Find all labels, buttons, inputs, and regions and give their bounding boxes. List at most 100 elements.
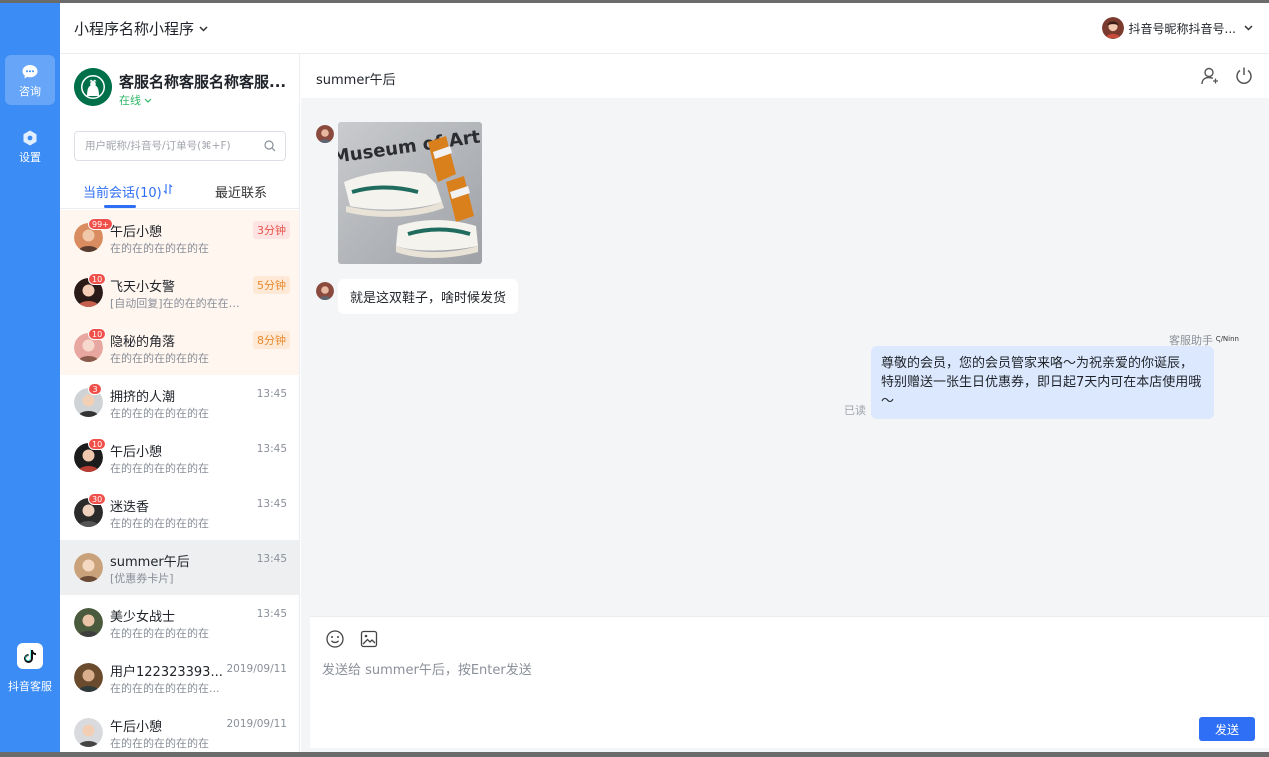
- conversation-preview: 在的在的在的在的在...: [110, 682, 220, 695]
- online-status-selector[interactable]: 在线: [119, 92, 152, 108]
- conversation-preview: 在的在的在的在的在: [110, 352, 209, 365]
- conversation-name: 午后小憩: [110, 445, 163, 460]
- conversation-name: 美少女战士: [110, 610, 176, 625]
- conversation-time: 13:45: [256, 608, 287, 620]
- conversation-name: 飞天小女警: [110, 280, 176, 295]
- app-window: 咨询 设置 抖音客服 小程序名称小程序 抖音号昵称抖音号... 客服名称客服名称…: [0, 3, 1269, 752]
- tab-recent-contacts[interactable]: 最近联系: [215, 182, 267, 201]
- message-composer: 发送: [310, 616, 1269, 748]
- search-input[interactable]: [75, 132, 255, 160]
- conversation-tabs: 当前会话(10) 最近联系: [60, 174, 299, 209]
- conversation-item[interactable]: summer午后 [优惠券卡片] 13:45: [60, 540, 299, 595]
- avatar: [316, 125, 334, 143]
- chat-header: summer午后: [301, 54, 1269, 98]
- image-message[interactable]: Museum of Art: [338, 122, 482, 264]
- conversation-item[interactable]: 10 隐秘的角落在的在的在的在的在 8分钟: [60, 320, 299, 375]
- conversation-item[interactable]: 3 拥挤的人潮在的在的在的在的在 13:45: [60, 375, 299, 430]
- chat-bubble-icon: [22, 65, 38, 79]
- service-header: 客服名称客服名称客服... 在线: [74, 68, 289, 108]
- chat-title: summer午后: [316, 73, 396, 88]
- top-bar: 小程序名称小程序 抖音号昵称抖音号...: [60, 3, 1269, 54]
- mini-program-name: 小程序名称小程序: [74, 20, 195, 38]
- conversation-preview: [自动回复]在的在的在在的...: [110, 297, 250, 310]
- avatar: [316, 282, 334, 300]
- conversation-preview: 在的在的在的在的在: [110, 737, 209, 750]
- conversation-time: 13:45: [256, 498, 287, 510]
- search-box: [74, 131, 286, 161]
- active-tab-indicator: [104, 205, 136, 208]
- conversation-preview: 在的在的在的在的在: [110, 407, 209, 420]
- conversation-preview: 在的在的在的在的在: [110, 627, 209, 640]
- conversation-name: 用户122323393...: [110, 665, 223, 680]
- rail-item-douyin-service-label: 抖音客服: [8, 680, 52, 693]
- chevron-down-icon: [1244, 25, 1253, 31]
- conversation-time: 2019/09/11: [226, 718, 287, 730]
- conversation-panel: 客服名称客服名称客服... 在线 当前会话(10) 最近联系 99+午后小憩在的…: [60, 54, 300, 752]
- read-status: 已读: [844, 404, 866, 417]
- image-upload-icon[interactable]: [359, 629, 379, 649]
- conversation-item[interactable]: 30 迷迭香在的在的在的在的在 13:45: [60, 485, 299, 540]
- avatar: [74, 608, 103, 637]
- conversation-name: 拥挤的人潮: [110, 390, 176, 405]
- conversation-preview: 在的在的在的在的在: [110, 462, 209, 475]
- agent-message-bubble: 尊敬的会员，您的会员管家来咯～为祝亲爱的你诞辰，特别赠送一张生日优惠券，即日起7…: [871, 346, 1214, 419]
- user-account-menu[interactable]: 抖音号昵称抖音号...: [1094, 17, 1253, 39]
- conversation-time: 13:45: [256, 388, 287, 400]
- online-status-label: 在线: [119, 94, 141, 107]
- unread-badge: 3: [88, 383, 102, 395]
- unread-badge: 10: [88, 273, 107, 285]
- rail-item-settings[interactable]: 设置: [5, 121, 55, 171]
- conversation-item[interactable]: 10 午后小憩在的在的在的在的在 13:45: [60, 430, 299, 485]
- service-name: 客服名称客服名称客服...: [119, 73, 287, 91]
- conversation-time: 2019/09/11: [226, 663, 287, 675]
- user-nickname: 抖音号昵称抖音号...: [1128, 21, 1236, 36]
- settings-hexagon-icon: [23, 130, 37, 146]
- chevron-down-icon: [199, 25, 208, 32]
- agent-logo: Ҁ/Ninn: [1215, 335, 1239, 343]
- left-rail: 咨询 设置 抖音客服: [0, 3, 60, 752]
- avatar: [74, 663, 103, 692]
- wait-time-tag: 3分钟: [253, 221, 290, 239]
- conversation-preview: [优惠券卡片]: [110, 572, 174, 585]
- conversation-preview: 在的在的在的在的在: [110, 517, 209, 530]
- conversation-name: summer午后: [110, 555, 190, 570]
- emoji-icon[interactable]: [325, 629, 345, 649]
- service-logo: [74, 68, 112, 106]
- conversation-name: 午后小憩: [110, 720, 163, 735]
- chevron-down-icon: [144, 98, 152, 103]
- user-profile-icon[interactable]: [1200, 66, 1220, 86]
- conversation-name: 迷迭香: [110, 500, 150, 515]
- conversation-item[interactable]: 美少女战士在的在的在的在的在 13:45: [60, 595, 299, 650]
- power-icon[interactable]: [1234, 66, 1254, 86]
- send-button[interactable]: 发送: [1199, 717, 1255, 741]
- mini-program-selector[interactable]: 小程序名称小程序: [74, 18, 208, 39]
- tab-current-sessions[interactable]: 当前会话(10): [83, 182, 162, 201]
- conversation-name: 隐秘的角落: [110, 335, 176, 350]
- wait-time-tag: 5分钟: [253, 276, 290, 294]
- sort-icon[interactable]: [163, 183, 173, 195]
- avatar: [1101, 17, 1124, 39]
- rail-item-consult-label: 咨询: [19, 85, 41, 98]
- conversation-item[interactable]: 用户122323393... 在的在的在的在的在... 2019/09/11: [60, 650, 299, 705]
- rail-item-consult[interactable]: 咨询: [5, 55, 55, 105]
- search-icon[interactable]: [264, 140, 276, 152]
- message-input[interactable]: [322, 659, 1242, 709]
- shoe-photo: Museum of Art: [338, 122, 482, 264]
- conversation-item[interactable]: 99+ 午后小憩 在的在的在的在的在 3分钟: [60, 210, 299, 265]
- chat-panel: summer午后 Museum of Art 就是这双鞋子，啥时候发货 客服助手…: [301, 54, 1269, 752]
- conversation-item[interactable]: 10 飞天小女警 [自动回复]在的在的在在的... 5分钟: [60, 265, 299, 320]
- avatar: [74, 718, 103, 747]
- unread-badge: 10: [88, 438, 107, 450]
- user-message-bubble: 就是这双鞋子，啥时候发货: [338, 279, 519, 314]
- rail-item-douyin-service[interactable]: 抖音客服: [0, 643, 60, 694]
- conversation-time: 13:45: [256, 443, 287, 455]
- conversation-preview: 在的在的在的在的在: [110, 242, 209, 255]
- douyin-logo-icon: [17, 643, 43, 669]
- unread-badge: 30: [88, 493, 107, 505]
- conversation-time: 13:45: [256, 553, 287, 565]
- conversation-list: 99+ 午后小憩 在的在的在的在的在 3分钟 10 飞天小女警 [自动回复]在的在的在在的.…: [60, 210, 299, 752]
- wait-time-tag: 8分钟: [253, 331, 290, 349]
- rail-item-settings-label: 设置: [19, 151, 41, 164]
- unread-badge: 10: [88, 328, 107, 340]
- conversation-item[interactable]: 午后小憩在的在的在的在的在 2019/09/11: [60, 705, 299, 752]
